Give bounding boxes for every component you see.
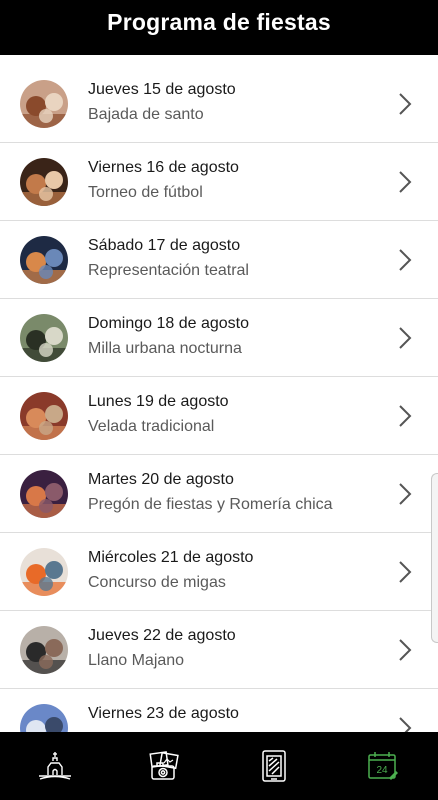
event-row[interactable]: Domingo 18 de agosto Milla urbana nocturn… bbox=[0, 299, 438, 377]
event-date: Jueves 15 de agosto bbox=[88, 81, 236, 98]
event-texts: Martes 20 de agosto Pregón de fiestas y R… bbox=[88, 470, 388, 515]
event-title: Torneo de fútbol bbox=[88, 184, 203, 201]
event-row[interactable]: Sábado 17 de agosto Representación teatra… bbox=[0, 221, 438, 299]
event-row[interactable]: Jueves 15 de agosto Bajada de santo bbox=[0, 65, 438, 143]
event-thumbnail bbox=[20, 470, 68, 518]
bottom-nav: 24 bbox=[0, 732, 438, 800]
event-thumbnail bbox=[20, 704, 68, 732]
event-thumbnail bbox=[20, 158, 68, 206]
church-icon bbox=[38, 751, 72, 781]
chevron-right-icon[interactable] bbox=[398, 482, 412, 506]
event-date: Miércoles 21 de agosto bbox=[88, 549, 254, 566]
chevron-right-icon[interactable] bbox=[398, 326, 412, 350]
event-title: Velada tradicional bbox=[88, 418, 215, 435]
event-thumbnail bbox=[20, 548, 68, 596]
event-thumbnail bbox=[20, 314, 68, 362]
event-thumbnail bbox=[20, 80, 68, 128]
event-thumbnail bbox=[20, 392, 68, 440]
event-row[interactable]: Viernes 16 de agosto Torneo de fútbol bbox=[0, 143, 438, 221]
chevron-right-icon[interactable] bbox=[398, 716, 412, 732]
nav-document-button[interactable] bbox=[244, 736, 304, 796]
chevron-right-icon[interactable] bbox=[398, 404, 412, 428]
event-row[interactable]: Viernes 23 de agosto bbox=[0, 689, 438, 732]
page-title: Programa de fiestas bbox=[107, 9, 331, 35]
event-texts: Jueves 15 de agosto Bajada de santo bbox=[88, 80, 388, 125]
chevron-right-icon[interactable] bbox=[398, 248, 412, 272]
event-date: Jueves 22 de agosto bbox=[88, 627, 236, 644]
event-title: Representación teatral bbox=[88, 262, 249, 279]
scrollbar[interactable] bbox=[431, 473, 438, 643]
chevron-right-icon[interactable] bbox=[398, 170, 412, 194]
event-thumbnail bbox=[20, 626, 68, 674]
event-texts: Miércoles 21 de agosto Concurso de migas bbox=[88, 548, 388, 593]
event-list[interactable]: Jueves 15 de agosto Bajada de santo Vierne… bbox=[0, 65, 438, 732]
nav-gallery-button[interactable] bbox=[134, 736, 194, 796]
event-date: Viernes 16 de agosto bbox=[88, 159, 239, 176]
chevron-right-icon[interactable] bbox=[398, 560, 412, 584]
event-date: Lunes 19 de agosto bbox=[88, 393, 229, 410]
photo-gallery-icon bbox=[148, 750, 180, 782]
event-date: Martes 20 de agosto bbox=[88, 471, 234, 488]
event-texts: Domingo 18 de agosto Milla urbana nocturn… bbox=[88, 314, 388, 359]
event-texts: Viernes 16 de agosto Torneo de fútbol bbox=[88, 158, 388, 203]
event-texts: Viernes 23 de agosto bbox=[88, 704, 388, 729]
nav-calendar-button[interactable]: 24 bbox=[353, 736, 413, 796]
nav-church-button[interactable] bbox=[25, 736, 85, 796]
event-title: Milla urbana nocturna bbox=[88, 340, 242, 357]
event-row[interactable]: Miércoles 21 de agosto Concurso de migas bbox=[0, 533, 438, 611]
event-date: Viernes 23 de agosto bbox=[88, 705, 239, 722]
event-texts: Lunes 19 de agosto Velada tradicional bbox=[88, 392, 388, 437]
event-row[interactable]: Jueves 22 de agosto Llano Majano bbox=[0, 611, 438, 689]
chevron-right-icon[interactable] bbox=[398, 638, 412, 662]
event-title: Concurso de migas bbox=[88, 574, 226, 591]
event-texts: Sábado 17 de agosto Representación teatra… bbox=[88, 236, 388, 281]
calendar-day-label: 24 bbox=[377, 765, 389, 776]
event-thumbnail bbox=[20, 236, 68, 284]
app-header: Programa de fiestas bbox=[0, 0, 438, 55]
chevron-right-icon[interactable] bbox=[398, 92, 412, 116]
event-title: Bajada de santo bbox=[88, 106, 204, 123]
phone-document-icon bbox=[260, 749, 288, 783]
calendar-icon: 24 bbox=[367, 751, 399, 781]
event-title: Llano Majano bbox=[88, 652, 185, 669]
event-row[interactable]: Lunes 19 de agosto Velada tradicional bbox=[0, 377, 438, 455]
event-date: Domingo 18 de agosto bbox=[88, 315, 249, 332]
event-texts: Jueves 22 de agosto Llano Majano bbox=[88, 626, 388, 671]
event-row[interactable]: Martes 20 de agosto Pregón de fiestas y R… bbox=[0, 455, 438, 533]
event-title: Pregón de fiestas y Romería chica bbox=[88, 496, 333, 513]
event-date: Sábado 17 de agosto bbox=[88, 237, 241, 254]
